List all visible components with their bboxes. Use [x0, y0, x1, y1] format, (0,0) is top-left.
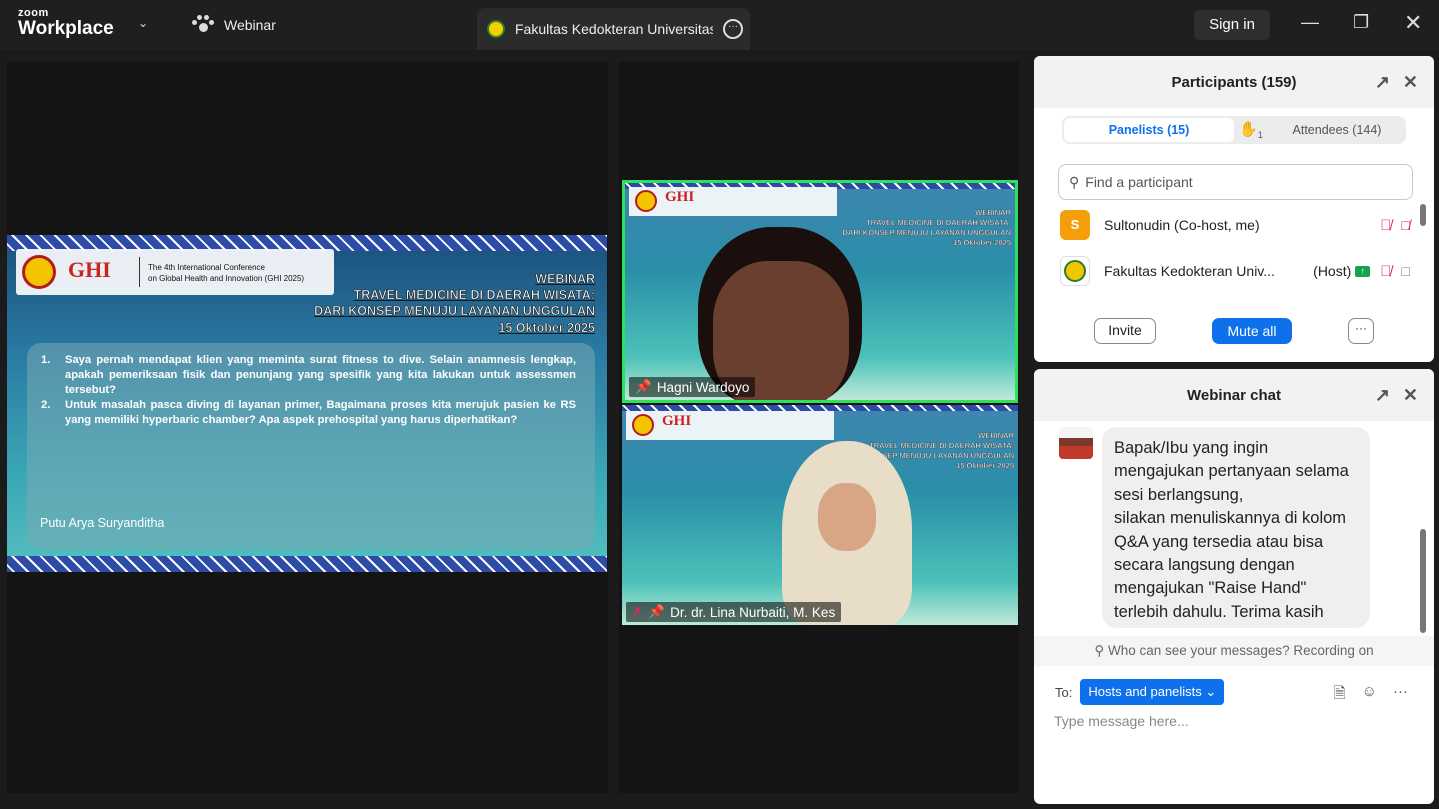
participant-tabs: Panelists (15) ✋1 Attendees (144) — [1062, 116, 1406, 144]
question-item: 2. Untuk masalah pasca diving di layanan… — [41, 399, 576, 426]
close-icon[interactable]: ✕ — [1404, 10, 1422, 36]
participant-row[interactable]: S Sultonudin (Co-host, me) 🎙̸ □̸ — [1060, 205, 1410, 245]
video-off-icon[interactable]: □̸ — [1402, 217, 1410, 233]
restore-icon[interactable]: ❐ — [1353, 12, 1369, 33]
pin-icon: 📌 — [648, 604, 666, 619]
more-options-icon[interactable]: ··· — [723, 19, 743, 39]
shared-slide: GHI The 4th International Conference on … — [7, 235, 607, 572]
recipient-row: To: Hosts and panelists ⌄ — [1055, 679, 1225, 705]
share-badge-icon: ↑ — [1355, 265, 1371, 277]
avatar — [1060, 256, 1090, 286]
mute-all-button[interactable]: Mute all — [1212, 318, 1292, 344]
chat-title: Webinar chat — [1187, 386, 1281, 404]
participant-search-input[interactable]: ⚲ Find a participant — [1058, 164, 1413, 200]
more-icon[interactable]: ··· — [1393, 683, 1408, 708]
faculty-logo-icon — [487, 20, 505, 38]
muted-mic-icon[interactable]: 🎙̸ — [1380, 263, 1391, 280]
pin-icon: 📌 — [635, 379, 652, 394]
video-tile-active-speaker[interactable]: GHI WEBINAR TRAVEL MEDICINE DI DAERAH WI… — [622, 180, 1018, 403]
people-icon: ⚲ — [1094, 643, 1105, 658]
message-visibility-notice[interactable]: ⚲ Who can see your messages? Recording o… — [1034, 636, 1434, 666]
meeting-tab-label: Fakultas Kedokteran Universitas M — [515, 21, 713, 37]
slide-title-line-2: TRAVEL MEDICINE DI DAERAH WISATA: — [353, 288, 595, 303]
university-seal-icon — [22, 255, 56, 289]
video-icon[interactable]: □ — [1402, 263, 1410, 279]
paw-icon — [192, 15, 214, 35]
close-icon[interactable]: ✕ — [1403, 385, 1418, 406]
participant-row[interactable]: Fakultas Kedokteran Univ... (Host) ↑ 🎙̸ … — [1060, 251, 1410, 291]
slide-title-webinar: WEBINAR — [535, 272, 595, 287]
webinar-tab[interactable]: Webinar — [192, 15, 276, 35]
minimize-icon[interactable]: — — [1301, 12, 1319, 33]
chat-message-input[interactable]: Type message here... — [1054, 713, 1189, 729]
scrollbar[interactable] — [1420, 204, 1426, 226]
video-tile[interactable]: GHI WEBINAR TRAVEL MEDICINE DI DAERAH WI… — [622, 405, 1018, 625]
conference-line-1: The 4th International Conference — [148, 263, 265, 272]
webinar-chat-panel: Webinar chat ↗ ✕ Bapak/Ibu yang ingin me… — [1034, 369, 1434, 804]
avatar: S — [1060, 210, 1090, 240]
raised-hand-icon[interactable]: ✋1 — [1234, 120, 1268, 140]
to-label: To: — [1055, 684, 1073, 700]
invite-button[interactable]: Invite — [1094, 318, 1156, 344]
slide-speaker-name: Putu Arya Suryanditha — [40, 516, 165, 530]
title-bar: zoom Workplace ⌄ Webinar Fakultas Kedokt… — [0, 0, 1439, 50]
muted-mic-icon[interactable]: 🎙̸ — [1380, 217, 1391, 234]
chat-message: Bapak/Ibu yang ingin mengajukan pertanya… — [1102, 427, 1370, 628]
question-list: 1. Saya pernah mendapat klien yang memin… — [41, 353, 576, 428]
close-icon[interactable]: ✕ — [1403, 72, 1418, 93]
video-nameplate: 📌 Hagni Wardoyo — [629, 377, 756, 397]
tile-header-card: GHI — [626, 411, 834, 440]
recipient-dropdown[interactable]: Hosts and panelists ⌄ — [1080, 679, 1225, 705]
webinar-tab-label: Webinar — [224, 17, 276, 33]
ghi-logo: GHI — [68, 257, 111, 282]
participants-title: Participants (159) — [1171, 73, 1297, 91]
tab-panelists[interactable]: Panelists (15) — [1064, 118, 1234, 142]
tab-attendees[interactable]: Attendees (144) — [1268, 123, 1406, 137]
chat-tools: 🗎 ☺ ··· — [1334, 683, 1408, 708]
search-icon: ⚲ — [1069, 173, 1080, 190]
scrollbar[interactable] — [1420, 529, 1426, 633]
participants-panel: Participants (159) ↗ ✕ Panelists (15) ✋1… — [1034, 56, 1434, 362]
question-item: 1. Saya pernah mendapat klien yang memin… — [41, 354, 576, 396]
file-icon[interactable]: 🗎 — [1334, 683, 1346, 708]
muted-mic-icon: ✗ — [632, 604, 644, 619]
slide-title-line-3: DARI KONSEP MENUJU LAYANAN UNGGULAN — [314, 304, 595, 319]
chevron-down-icon[interactable]: ⌄ — [138, 16, 148, 30]
zoom-workplace-logo: zoom Workplace — [18, 7, 114, 39]
divider — [139, 257, 140, 287]
avatar — [1059, 427, 1093, 459]
slide-title-date: 15 Oktober 2025 — [498, 321, 595, 336]
conference-line-2: on Global Health and Innovation (GHI 202… — [148, 274, 305, 283]
conference-header-card: GHI The 4th International Conference on … — [16, 249, 334, 295]
video-nameplate: ✗ 📌 Dr. dr. Lina Nurbaiti, M. Kes — [626, 602, 842, 622]
more-button[interactable]: ··· — [1348, 318, 1374, 344]
sign-in-button[interactable]: Sign in — [1194, 10, 1270, 40]
pop-out-icon[interactable]: ↗ — [1375, 72, 1390, 93]
batik-border-bottom — [7, 556, 607, 572]
tile-header-card: GHI — [629, 187, 837, 216]
pop-out-icon[interactable]: ↗ — [1375, 385, 1390, 406]
meeting-tab[interactable]: Fakultas Kedokteran Universitas M ··· — [477, 8, 750, 50]
emoji-icon[interactable]: ☺ — [1362, 683, 1377, 708]
